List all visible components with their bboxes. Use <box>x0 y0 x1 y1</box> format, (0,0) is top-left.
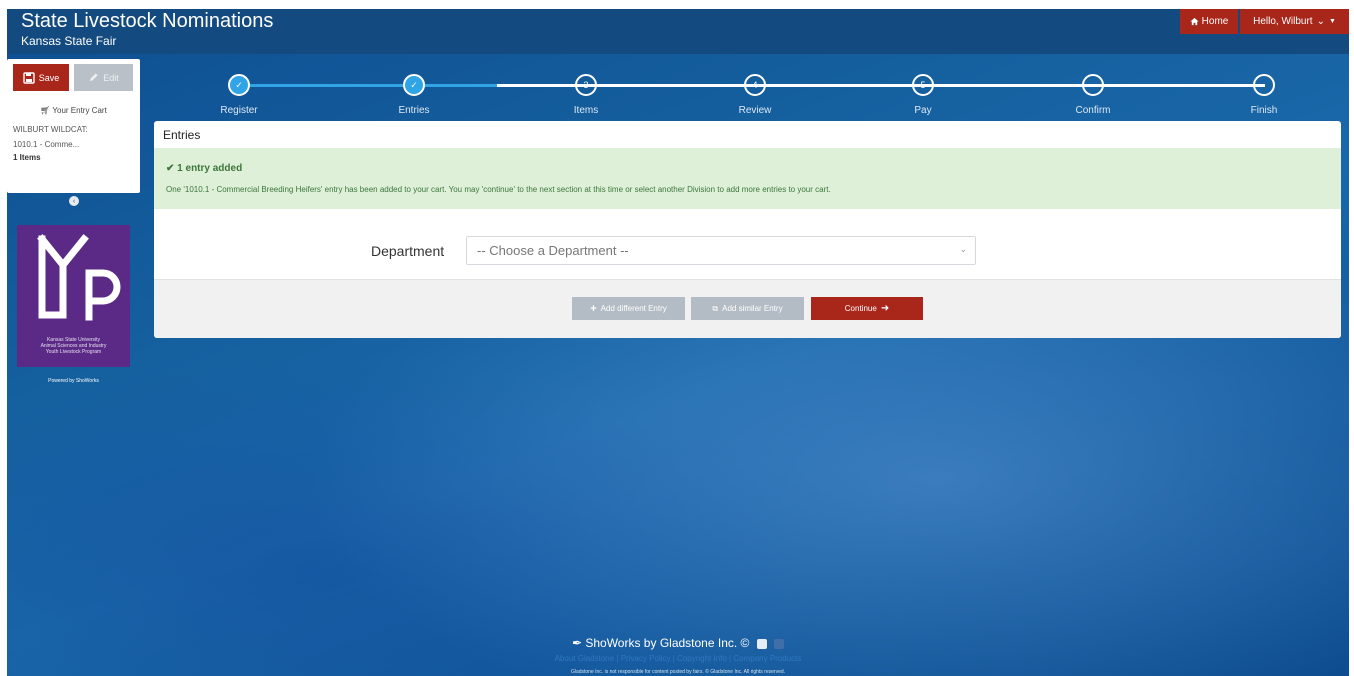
department-label: Department <box>371 243 445 259</box>
progress-line <box>497 84 1265 87</box>
step-label-finish: Finish <box>1250 105 1278 116</box>
top-navbar: State Livestock Nominations Kansas State… <box>7 9 1349 54</box>
step-label-register: Register <box>220 105 258 116</box>
add-similar-entry-button[interactable]: ⧉ Add similar Entry <box>691 297 804 320</box>
plus-icon: + <box>590 302 597 315</box>
app-title: State Livestock Nominations <box>21 10 274 32</box>
step-confirm[interactable] <box>1082 74 1104 96</box>
step-review[interactable]: 4 <box>744 74 766 96</box>
step-pay[interactable]: 5 <box>912 74 934 96</box>
shopping-cart-icon: 🛒︎ <box>40 106 51 115</box>
alert-title-text: 1 entry added <box>177 163 243 174</box>
pencil-icon <box>90 73 98 82</box>
step-label-review: Review <box>738 105 772 116</box>
user-menu-button[interactable]: Hello, Wilburt ⌄ ▼ <box>1240 9 1349 34</box>
footer-brand: ✒ ShoWorks by Gladstone Inc. © <box>7 636 1349 650</box>
powered-by[interactable]: Powered by ShoWorks <box>7 378 140 384</box>
edit-button[interactable]: Edit <box>74 64 133 91</box>
footer-brand-text: ShoWorks by Gladstone Inc. © <box>585 636 750 650</box>
card-title: Entries <box>163 128 201 142</box>
step-register-done-icon[interactable]: ✓ <box>228 74 250 96</box>
step-label-confirm: Confirm <box>1075 105 1111 116</box>
app-subtitle: Kansas State Fair <box>21 34 117 48</box>
cart-title-label: Your Entry Cart <box>52 106 107 115</box>
logo-caption: Kansas State University Animal Sciences … <box>17 337 130 355</box>
cart-entry[interactable]: 1010.1 - Comme... <box>13 140 79 149</box>
progress-tracker: ✓ Register ✓ Entries 3 Items 4 Review 5 … <box>157 69 1347 119</box>
home-label: Home <box>1201 16 1229 27</box>
card-footer: + Add different Entry ⧉ Add similar Entr… <box>154 279 1341 338</box>
progress-line-done <box>239 84 497 87</box>
department-select[interactable]: -- Choose a Department -- ⌄ <box>466 236 976 265</box>
save-label: Save <box>38 72 60 83</box>
home-button[interactable]: Home <box>1180 9 1238 34</box>
cart-title[interactable]: 🛒︎ Your Entry Cart <box>7 106 140 115</box>
home-icon <box>1190 17 1199 26</box>
step-entries-done-icon[interactable]: ✓ <box>403 74 425 96</box>
edit-label: Edit <box>103 72 119 83</box>
success-alert: ✔ 1 entry added One '1010.1 - Commercial… <box>154 148 1341 209</box>
step-finish[interactable] <box>1253 74 1275 96</box>
step-items[interactable]: 3 <box>575 74 597 96</box>
footer-links[interactable]: About Gladstone | Privacy Policy | Copyr… <box>7 654 1349 663</box>
add-different-entry-button[interactable]: + Add different Entry <box>572 297 685 320</box>
add-similar-label: Add similar Entry <box>722 304 783 313</box>
entries-card: Entries ✔ 1 entry added One '1010.1 - Co… <box>154 121 1341 338</box>
continue-label: Continue <box>844 304 877 313</box>
check-icon: ✔ <box>166 163 175 174</box>
twitter-icon[interactable] <box>756 638 767 649</box>
feather-icon: ✒ <box>571 636 582 650</box>
cart-panel: Save Edit 🛒︎ Your Entry Cart WILBURT WIL… <box>7 59 140 193</box>
department-select-value: -- Choose a Department -- <box>477 243 629 258</box>
alert-title: ✔ 1 entry added <box>166 163 242 174</box>
facebook-icon[interactable] <box>774 638 785 649</box>
continue-button[interactable]: Continue ➜ <box>811 297 923 320</box>
copy-icon: ⧉ <box>712 303 719 313</box>
arrow-right-icon: ➜ <box>880 303 890 314</box>
program-logo: Kansas State University Animal Sciences … <box>17 225 130 367</box>
lyp-logo-mark <box>37 234 121 321</box>
collapse-sidebar-icon[interactable]: ‹ <box>69 196 79 206</box>
caret-down-icon: ▼ <box>1328 18 1336 25</box>
chevron-down-icon: ⌄ <box>959 244 967 254</box>
add-different-label: Add different Entry <box>600 304 667 313</box>
step-label-pay: Pay <box>914 105 932 116</box>
cart-owner: WILBURT WILDCAT: <box>13 125 88 134</box>
save-button[interactable]: Save <box>13 64 69 91</box>
app-background: State Livestock Nominations Kansas State… <box>7 9 1349 676</box>
logo-line-3: Youth Livestock Program <box>45 349 102 355</box>
alert-message: One '1010.1 - Commercial Breeding Heifer… <box>166 185 831 194</box>
cart-item-count: 1 Items <box>13 153 41 162</box>
step-label-entries: Entries <box>398 105 430 116</box>
step-label-items: Items <box>573 105 599 116</box>
floppy-disk-icon <box>23 71 35 84</box>
user-label: Hello, Wilburt <box>1253 16 1313 27</box>
footer-legal: Gladstone Inc. is not responsible for co… <box>570 669 786 675</box>
chevron-down-icon: ⌄ <box>1316 16 1325 27</box>
